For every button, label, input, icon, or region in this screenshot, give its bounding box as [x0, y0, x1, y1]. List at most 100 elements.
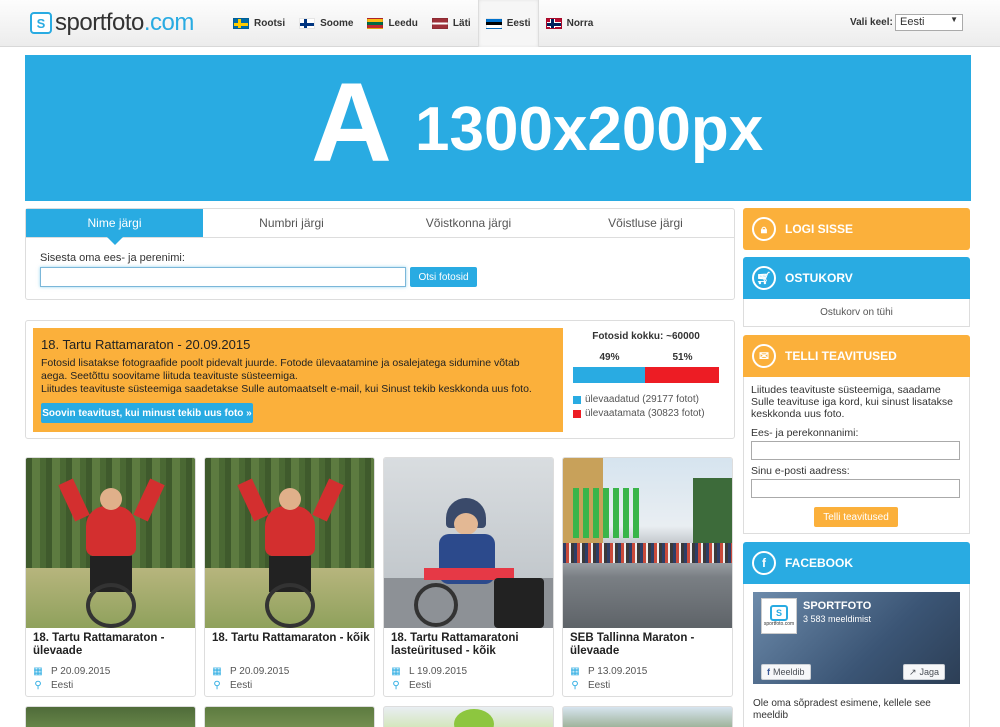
card-date: ▦ P 13.09.2015 — [570, 666, 647, 677]
facebook-title: FACEBOOK — [785, 556, 854, 570]
logo-icon-letter: S — [36, 15, 46, 31]
event-card[interactable] — [204, 706, 375, 727]
calendar-icon: ▦ — [391, 666, 401, 677]
facebook-like-label: Meeldib — [773, 667, 805, 677]
card-date-text: P 20.09.2015 — [51, 666, 111, 677]
lang-label: Norra — [566, 18, 594, 29]
facebook-friends-text: Ole oma sõpradest esimene, kellele see m… — [753, 684, 960, 727]
legend-label: ülevaatamata (30823 fotot) — [585, 408, 705, 419]
estonia-flag-icon — [485, 18, 502, 29]
location-pin-icon: ⚲ — [392, 680, 400, 691]
legend-swatch-red — [573, 409, 581, 418]
tab-by-competition[interactable]: Võistluse järgi — [557, 209, 734, 237]
facebook-share-label: Jaga — [919, 667, 940, 677]
card-location-text: Eesti — [588, 680, 611, 691]
language-select-label: Vali keel: — [850, 17, 893, 28]
banner-letter: A — [311, 60, 392, 185]
facebook-page-logo: S sportfoto.com — [761, 598, 797, 634]
login-label: LOGI SISSE — [785, 222, 854, 236]
lang-label: Soome — [320, 18, 354, 29]
logo-brand: sportfoto — [55, 9, 144, 36]
event-card[interactable]: 18. Tartu Rattamaratoni lasteüritused - … — [383, 457, 554, 697]
language-nav: Rootsi Soome Leedu Läti Eesti Norra — [226, 0, 600, 47]
event-card[interactable]: 18. Tartu Rattamaraton - kõik ▦ P 20.09.2… — [204, 457, 375, 697]
tab-by-name[interactable]: Nime järgi — [26, 209, 203, 245]
facebook-like-button[interactable]: f Meeldib — [761, 664, 811, 680]
cyclist-photo — [205, 458, 374, 628]
cart-label: OSTUKORV — [785, 271, 853, 285]
email-label: Sinu e-posti aadress: — [751, 465, 850, 477]
name-input[interactable] — [751, 441, 960, 460]
photo-stats: Fotosid kokku: ~60000 49% 51% ülevaadatu… — [573, 331, 719, 419]
lang-estonia[interactable]: Eesti — [477, 0, 539, 47]
event-card[interactable] — [25, 706, 196, 727]
dropdown-arrow-icon: ▼ — [950, 15, 958, 24]
cart-icon: 🛒︎ — [752, 266, 776, 290]
legend-reviewed: ülevaadatud (29177 fotot) — [573, 394, 719, 405]
language-select[interactable]: Eesti ▼ — [895, 14, 963, 31]
event-title: 18. Tartu Rattamaraton - 20.09.2015 — [41, 337, 251, 352]
card-location-text: Eesti — [409, 680, 432, 691]
lithuania-flag-icon — [367, 18, 384, 29]
stats-title: Fotosid kokku: ~60000 — [592, 331, 700, 342]
event-card[interactable]: SEB Tallinna Maraton - ülevaade ▦ P 13.09… — [562, 457, 733, 697]
location-pin-icon: ⚲ — [213, 680, 221, 691]
lang-label: Läti — [452, 18, 471, 29]
card-location-text: Eesti — [230, 680, 253, 691]
reviewed-bar — [573, 367, 645, 383]
lang-finland[interactable]: Soome — [292, 0, 360, 47]
card-title: SEB Tallinna Maraton - ülevaade — [570, 632, 695, 657]
marathon-photo — [563, 458, 732, 628]
subscribe-button[interactable]: Telli teavitused — [814, 507, 898, 527]
lang-norway[interactable]: Norra — [539, 0, 601, 47]
login-button[interactable]: 🔒︎ LOGI SISSE — [743, 208, 970, 250]
calendar-icon: ▦ — [212, 666, 222, 677]
lang-sweden[interactable]: Rootsi — [226, 0, 292, 47]
card-location: ⚲ Eesti — [33, 680, 73, 691]
notify-form: Liitudes teavituste süsteemiga, saadame … — [743, 377, 970, 534]
tab-by-team[interactable]: Võistkonna järgi — [380, 209, 557, 237]
facebook-widget: S sportfoto.com SPORTFOTO 3 583 meeldimi… — [743, 584, 970, 727]
event-info: 18. Tartu Rattamaraton - 20.09.2015 Foto… — [33, 328, 563, 432]
cart-header[interactable]: 🛒︎ OSTUKORV — [743, 257, 970, 299]
share-icon: ↗ — [909, 666, 917, 677]
top-header: S sportfoto.com Rootsi Soome Leedu Läti … — [0, 0, 1000, 47]
legend-swatch-blue — [573, 395, 581, 404]
event-card[interactable] — [383, 706, 554, 727]
finland-flag-icon — [299, 18, 316, 29]
event-card[interactable]: 18. Tartu Rattamaraton - ülevaade ▦ P 20.… — [25, 457, 196, 697]
name-label: Ees- ja perekonnanimi: — [751, 427, 859, 439]
search-photos-button[interactable]: Otsi fotosid — [410, 267, 477, 287]
name-search-input[interactable] — [40, 267, 406, 287]
event-card[interactable] — [562, 706, 733, 727]
facebook-page-preview[interactable]: S sportfoto.com SPORTFOTO 3 583 meeldimi… — [753, 592, 960, 684]
card-date-text: P 20.09.2015 — [230, 666, 290, 677]
logo-text: sportfoto.com — [55, 9, 194, 37]
facebook-logo-caption: sportfoto.com — [763, 621, 795, 627]
search-panel: Nime järgi Numbri järgi Võistkonna järgi… — [25, 208, 735, 300]
notify-description: Liitudes teavituste süsteemiga, saadame … — [751, 384, 953, 420]
search-label: Sisesta oma ees- ja perenimi: — [40, 252, 185, 264]
notify-header: ✉ TELLI TEAVITUSED — [743, 335, 970, 377]
notify-me-button[interactable]: Soovin teavitust, kui minust tekib uus f… — [41, 403, 253, 423]
card-location-text: Eesti — [51, 680, 74, 691]
stats-percentages: 49% 51% — [573, 352, 719, 363]
unreviewed-pct: 51% — [672, 352, 693, 363]
norway-flag-icon — [545, 18, 562, 29]
cyclist-photo — [26, 458, 195, 628]
facebook-page-name: SPORTFOTO — [803, 600, 872, 612]
lang-lithuania[interactable]: Leedu — [360, 0, 424, 47]
tab-by-number[interactable]: Numbri järgi — [203, 209, 380, 237]
lang-label: Rootsi — [254, 18, 286, 29]
card-date-text: L 19.09.2015 — [409, 666, 468, 677]
calendar-icon: ▦ — [33, 666, 43, 677]
site-logo[interactable]: S sportfoto.com — [30, 8, 194, 38]
ad-banner[interactable]: A 1300x200px — [25, 55, 971, 201]
lang-latvia[interactable]: Läti — [425, 0, 478, 47]
stats-progress-bar — [573, 367, 719, 383]
email-input[interactable] — [751, 479, 960, 498]
card-title: 18. Tartu Rattamaraton - ülevaade — [33, 632, 165, 657]
card-title: 18. Tartu Rattamaraton - kõik — [212, 632, 370, 644]
latvia-flag-icon — [431, 18, 448, 29]
facebook-share-button[interactable]: ↗ Jaga — [903, 664, 946, 680]
